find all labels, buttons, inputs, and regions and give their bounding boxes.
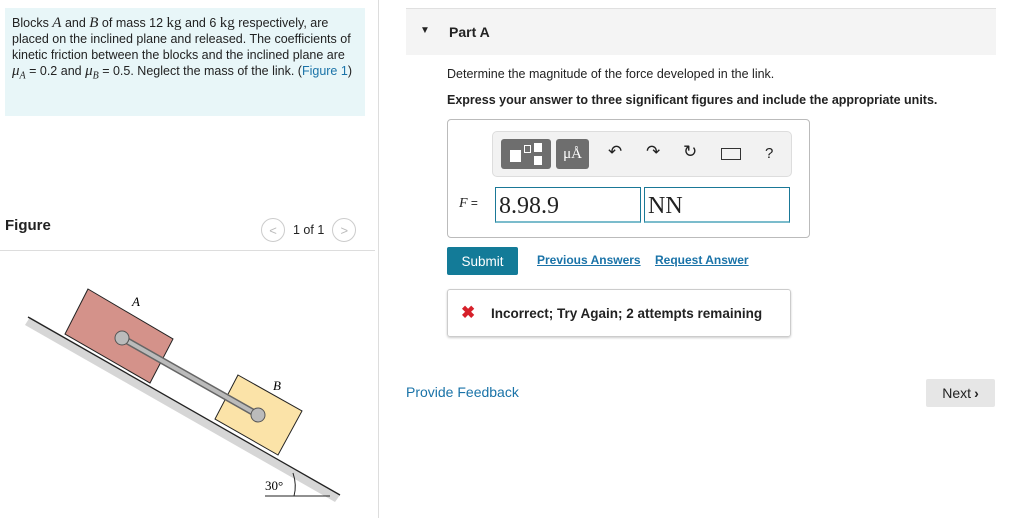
panel-divider (378, 0, 379, 518)
part-a-header[interactable]: ▼ Part A (406, 8, 996, 55)
text: and 6 (181, 16, 220, 30)
prev-figure-button[interactable]: < (261, 218, 285, 242)
figure-link[interactable]: Figure 1 (302, 64, 348, 78)
text: ) (347, 64, 352, 78)
feedback-text: Incorrect; Try Again; 2 attempts remaini… (491, 306, 763, 321)
answer-label: F = (459, 196, 478, 212)
feedback-message: ✖ Incorrect; Try Again; 2 attempts remai… (447, 289, 791, 337)
text: = 0.5. Neglect the mass of the link. ( (98, 64, 302, 78)
var-f: F (459, 196, 468, 211)
help-icon[interactable]: ? (765, 145, 773, 162)
text: of mass 12 (98, 16, 167, 30)
unit: kg (219, 15, 235, 31)
next-figure-button[interactable]: > (332, 218, 357, 242)
incline-figure: A B 30° (25, 288, 341, 502)
problem-statement: Blocks A and B of mass 12 kg and 6 kg re… (5, 8, 365, 116)
reset-icon[interactable]: ↻ (683, 142, 697, 162)
pin-a (114, 330, 130, 346)
figure-heading: Figure (5, 217, 51, 234)
figure-pager: < 1 of 1 > (261, 218, 357, 242)
label-b: B (273, 378, 281, 393)
next-button[interactable]: Next › (926, 379, 995, 407)
previous-answers-link[interactable]: Previous Answers (537, 253, 641, 267)
angle-label: 30° (265, 478, 283, 493)
provide-feedback-link[interactable]: Provide Feedback (406, 384, 519, 400)
submit-button[interactable]: Submit (447, 247, 518, 275)
undo-icon[interactable]: ↶ (608, 142, 622, 162)
divider (0, 250, 375, 251)
chevron-right-icon: › (974, 385, 979, 401)
collapse-triangle-icon[interactable]: ▼ (420, 25, 430, 36)
templates-icon[interactable] (501, 139, 551, 169)
units-input[interactable]: NN (644, 187, 790, 223)
instruction-text: Express your answer to three significant… (447, 93, 938, 107)
value-input[interactable]: 8.98.9 (495, 187, 641, 223)
incorrect-icon: ✖ (461, 303, 476, 322)
question-text: Determine the magnitude of the force dev… (447, 67, 775, 81)
math-toolbar: μÅ ↶ ↷ ↻ ? (492, 131, 792, 177)
text: Blocks (12, 16, 53, 30)
next-label: Next (942, 385, 972, 401)
request-answer-link[interactable]: Request Answer (655, 253, 749, 267)
mu: μ (12, 63, 20, 79)
keyboard-icon[interactable] (721, 148, 741, 160)
redo-icon[interactable]: ↷ (646, 142, 660, 162)
units-icon[interactable]: μÅ (556, 139, 589, 169)
text: and (61, 16, 90, 30)
pin-b (250, 407, 266, 423)
mu: μ (85, 63, 93, 79)
unit: kg (166, 15, 182, 31)
text: = 0.2 and (25, 64, 86, 78)
equals: = (467, 196, 478, 210)
part-title: Part A (449, 24, 490, 40)
pager-count: 1 of 1 (293, 223, 325, 237)
label-a: A (131, 294, 140, 309)
